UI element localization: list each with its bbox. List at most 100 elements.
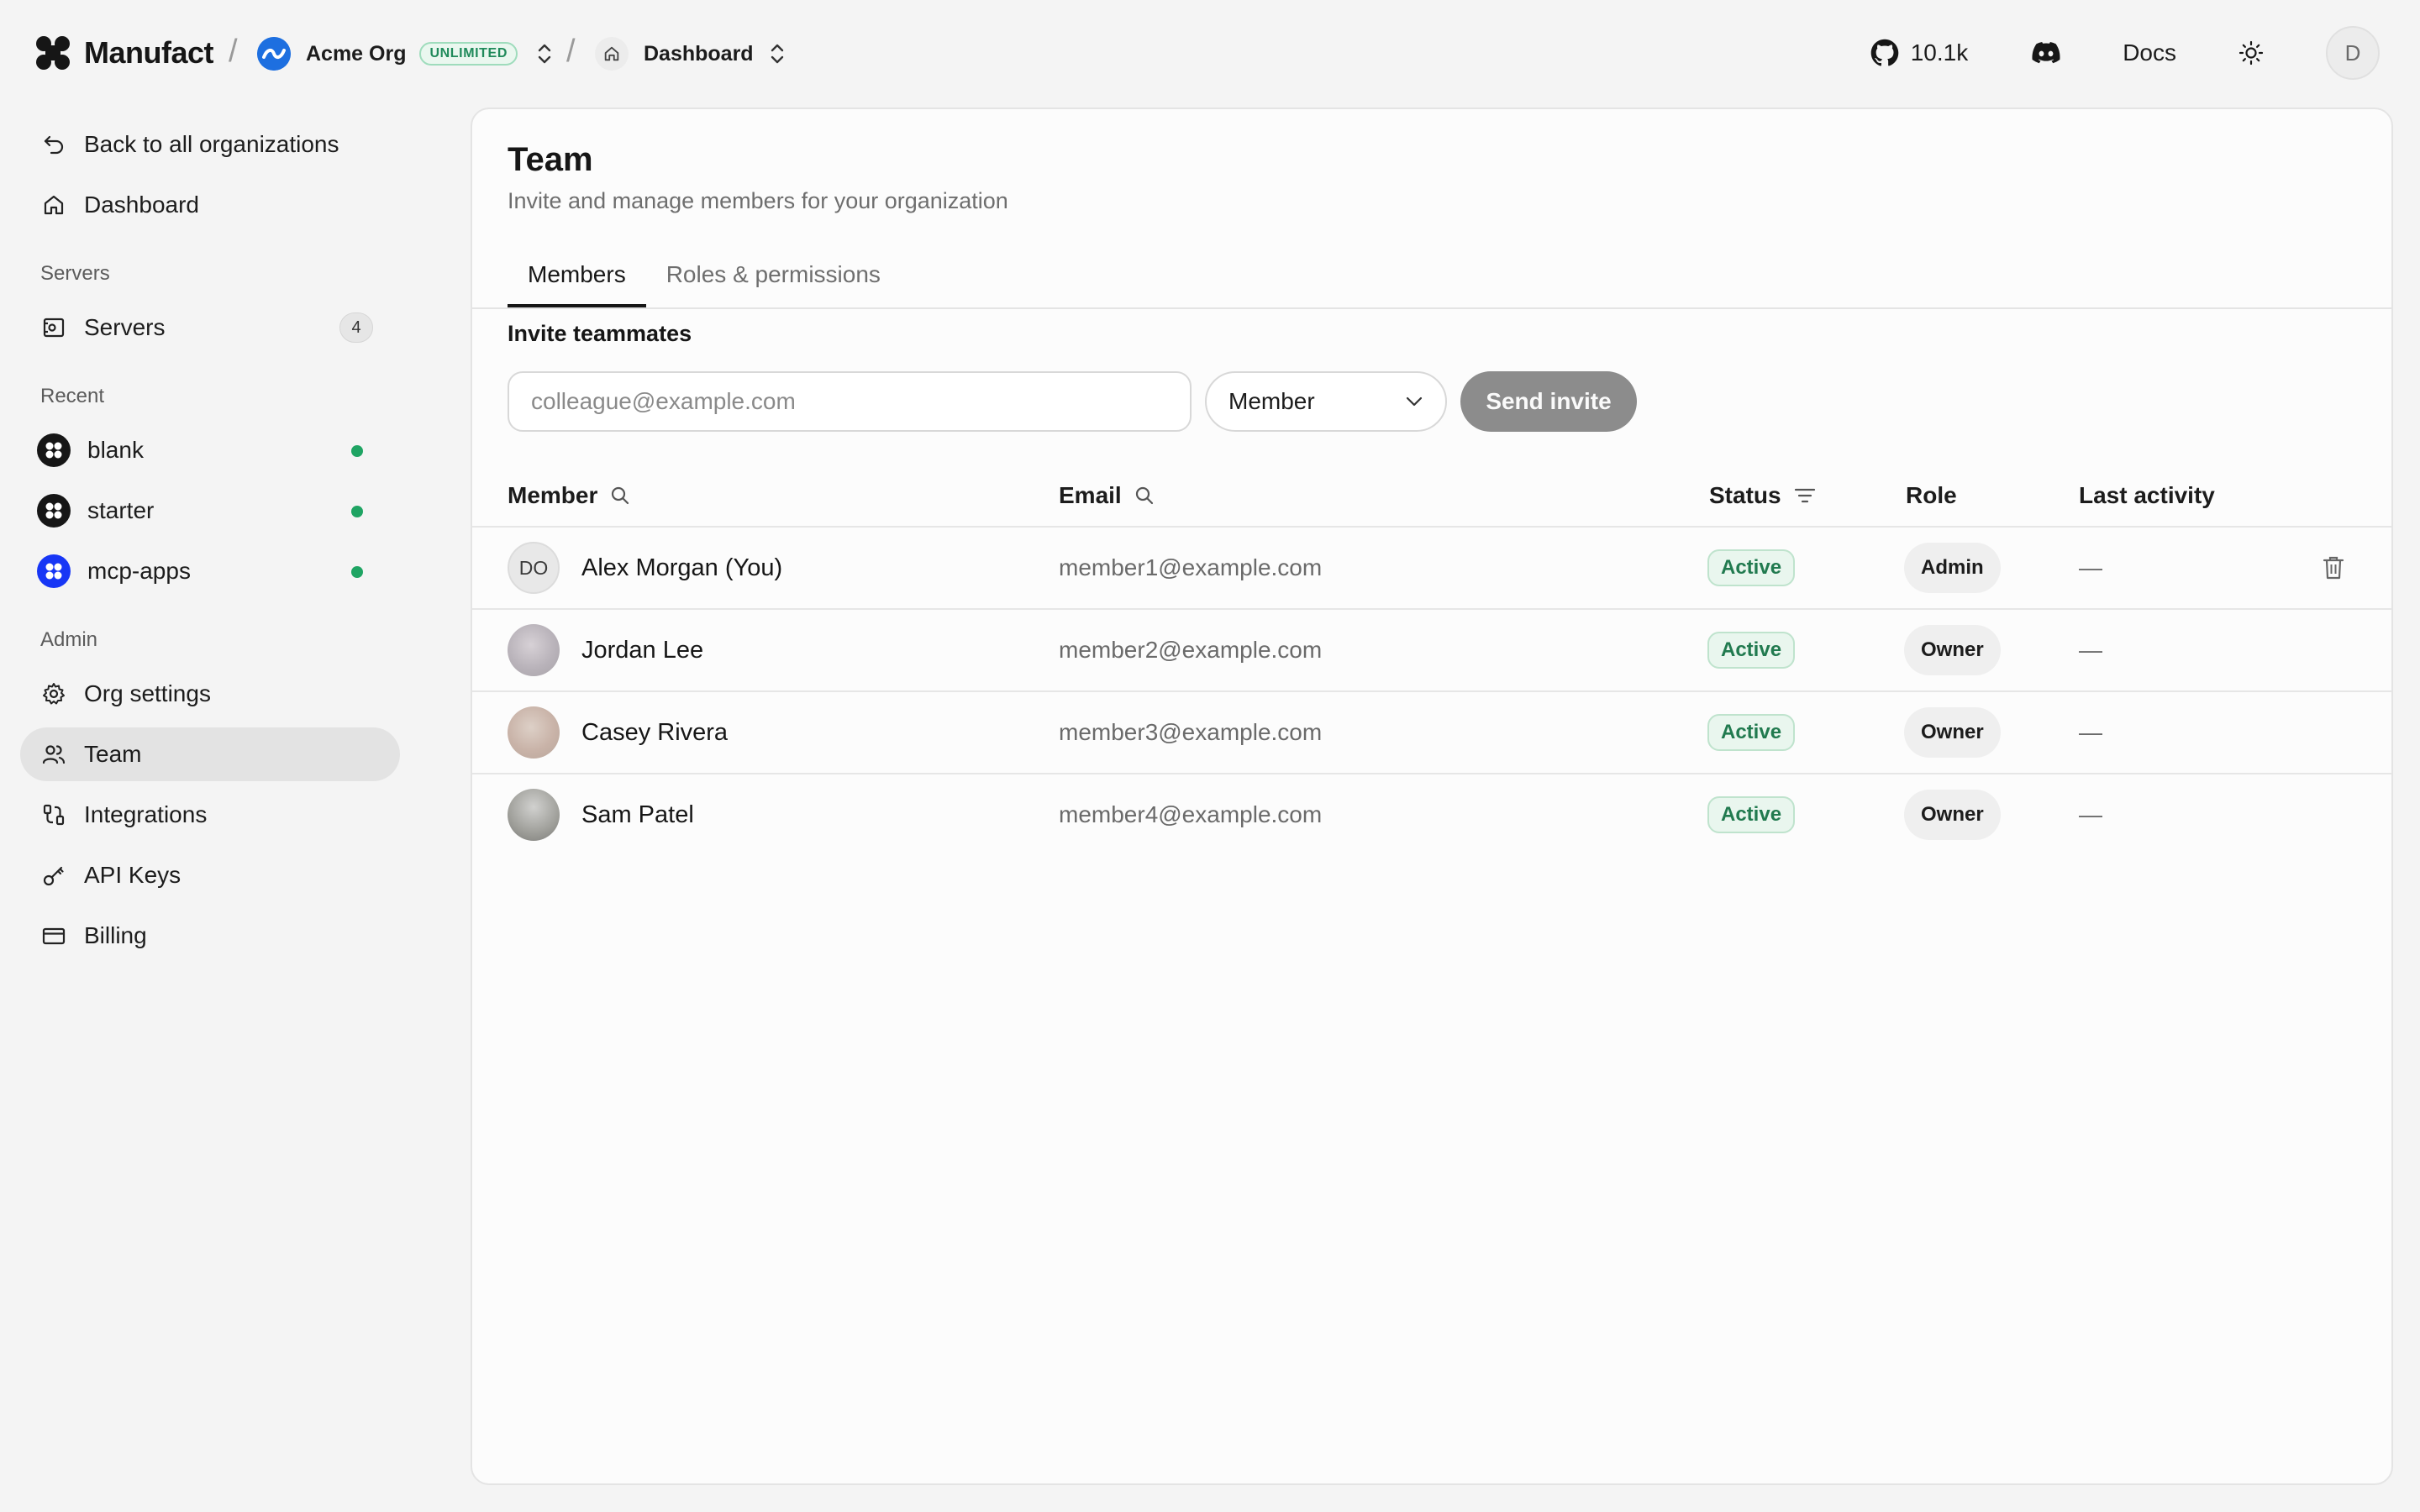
home-icon: [595, 37, 629, 71]
role-badge[interactable]: Owner: [1904, 707, 2001, 758]
trash-icon[interactable]: [2321, 554, 2346, 581]
member-cell: Casey Rivera: [508, 692, 728, 773]
page-name: Dashboard: [644, 41, 754, 66]
plan-badge: UNLIMITED: [419, 42, 518, 66]
column-header-member[interactable]: Member: [508, 482, 631, 509]
project-logo-icon: [37, 494, 71, 528]
org-switcher[interactable]: Acme Org UNLIMITED: [257, 35, 555, 72]
tab-roles-permissions[interactable]: Roles & permissions: [646, 254, 901, 307]
manufact-logo-icon: [34, 34, 72, 72]
table-row[interactable]: Casey Rivera member3@example.com Active …: [472, 690, 2391, 773]
sidebar-item-label: mcp-apps: [87, 558, 191, 584]
role-badge[interactable]: Admin: [1904, 543, 2001, 593]
column-header-email[interactable]: Email: [1059, 482, 1155, 509]
server-icon: [40, 314, 67, 341]
role-cell: Admin: [1904, 528, 2001, 608]
brand[interactable]: Manufact: [34, 34, 214, 72]
docs-link[interactable]: Docs: [2123, 39, 2176, 66]
sidebar-item-label: blank: [87, 437, 144, 463]
page-title: Team: [508, 141, 593, 178]
sidebar-item-label: Servers: [84, 314, 166, 340]
member-email: member3@example.com: [1059, 719, 1323, 745]
table-row[interactable]: Sam Patel member4@example.com Active Own…: [472, 773, 2391, 855]
delete-cell: [2321, 528, 2346, 608]
breadcrumb-separator: /: [566, 34, 576, 69]
page-switcher[interactable]: Dashboard: [595, 35, 787, 72]
avatar: [508, 706, 560, 759]
avatar: [508, 624, 560, 676]
github-link[interactable]: 10.1k: [1870, 39, 1968, 67]
tab-members[interactable]: Members: [508, 254, 646, 307]
table-row[interactable]: Jordan Lee member2@example.com Active Ow…: [472, 608, 2391, 690]
org-avatar-icon: [257, 37, 291, 71]
sidebar-item-label: API Keys: [84, 862, 182, 888]
chevron-up-down-icon: [538, 44, 551, 64]
sidebar-item-integrations[interactable]: Integrations: [20, 788, 400, 842]
home-icon: [40, 192, 67, 218]
project-logo-icon: [37, 433, 71, 467]
member-name: Alex Morgan (You): [581, 554, 783, 581]
sidebar-item-servers[interactable]: Servers 4: [20, 301, 400, 354]
sidebar-item-dashboard[interactable]: Dashboard: [20, 178, 400, 232]
key-icon: [40, 862, 67, 889]
filter-icon[interactable]: [1793, 486, 1817, 506]
avatar: DO: [508, 542, 560, 594]
sidebar-item-team[interactable]: Team: [20, 727, 400, 781]
status-dot: [351, 566, 363, 578]
sidebar-section-recent: Recent: [40, 385, 105, 407]
sidebar-item-billing[interactable]: Billing: [20, 909, 400, 963]
invite-email-input[interactable]: [508, 371, 1192, 432]
search-icon[interactable]: [1134, 485, 1155, 507]
status-badge: Active: [1707, 796, 1796, 833]
sidebar-item-label: Billing: [84, 922, 147, 948]
member-email: member4@example.com: [1059, 801, 1323, 827]
member-cell: DO Alex Morgan (You): [508, 528, 782, 608]
status-cell: Active: [1707, 610, 1796, 690]
column-header-label: Last activity: [2079, 482, 2215, 508]
sidebar-item-label: Integrations: [84, 801, 208, 827]
sidebar-item-recent-blank[interactable]: blank: [20, 423, 400, 477]
member-cell: Sam Patel: [508, 774, 694, 855]
top-bar: Manufact / Acme Org UNLIMITED / Dashboar…: [0, 0, 2420, 108]
sidebar-item-label: Back to all organizations: [84, 131, 339, 157]
role-badge[interactable]: Owner: [1904, 625, 2001, 675]
column-header-role: Role: [1906, 482, 1957, 509]
user-avatar[interactable]: D: [2326, 26, 2380, 80]
column-header-status[interactable]: Status: [1709, 482, 1817, 509]
theme-toggle-sun-icon[interactable]: [2238, 40, 2264, 66]
tabs-divider: [472, 307, 2391, 309]
status-dot: [351, 506, 363, 517]
table-row[interactable]: DO Alex Morgan (You) member1@example.com…: [472, 526, 2391, 608]
org-name: Acme Org: [306, 41, 407, 66]
chevron-down-icon: [1406, 396, 1423, 407]
sidebar-item-label: Dashboard: [84, 192, 199, 218]
column-header-label: Role: [1906, 482, 1957, 508]
status-badge: Active: [1707, 714, 1796, 751]
sidebar-item-api-keys[interactable]: API Keys: [20, 848, 400, 902]
credit-card-icon: [40, 922, 67, 949]
invite-section-title: Invite teammates: [508, 321, 692, 346]
member-name: Casey Rivera: [581, 718, 729, 746]
invite-role-select[interactable]: Member: [1205, 371, 1447, 432]
send-invite-button[interactable]: Send invite: [1460, 371, 1637, 432]
sidebar-item-recent-starter[interactable]: starter: [20, 484, 400, 538]
sidebar-item-back[interactable]: Back to all organizations: [20, 118, 400, 171]
status-cell: Active: [1707, 692, 1796, 773]
status-dot: [351, 445, 363, 457]
email-cell: member2@example.com: [1059, 610, 1322, 690]
sidebar: Back to all organizations Dashboard Serv…: [20, 118, 400, 969]
discord-icon[interactable]: [2032, 42, 2060, 64]
member-email: member2@example.com: [1059, 637, 1323, 663]
sidebar-item-org-settings[interactable]: Org settings: [20, 667, 400, 721]
role-badge[interactable]: Owner: [1904, 790, 2001, 840]
sidebar-item-recent-mcp-apps[interactable]: mcp-apps: [20, 544, 400, 598]
github-icon: [1870, 39, 1898, 66]
chevron-up-down-icon: [771, 44, 783, 64]
search-icon[interactable]: [609, 485, 631, 507]
sidebar-item-label: Org settings: [84, 680, 211, 706]
breadcrumb-separator: /: [229, 34, 238, 69]
users-icon: [40, 741, 67, 768]
last-activity: —: [2079, 719, 2102, 745]
team-panel: Team Invite and manage members for your …: [471, 108, 2393, 1485]
status-cell: Active: [1707, 774, 1796, 855]
